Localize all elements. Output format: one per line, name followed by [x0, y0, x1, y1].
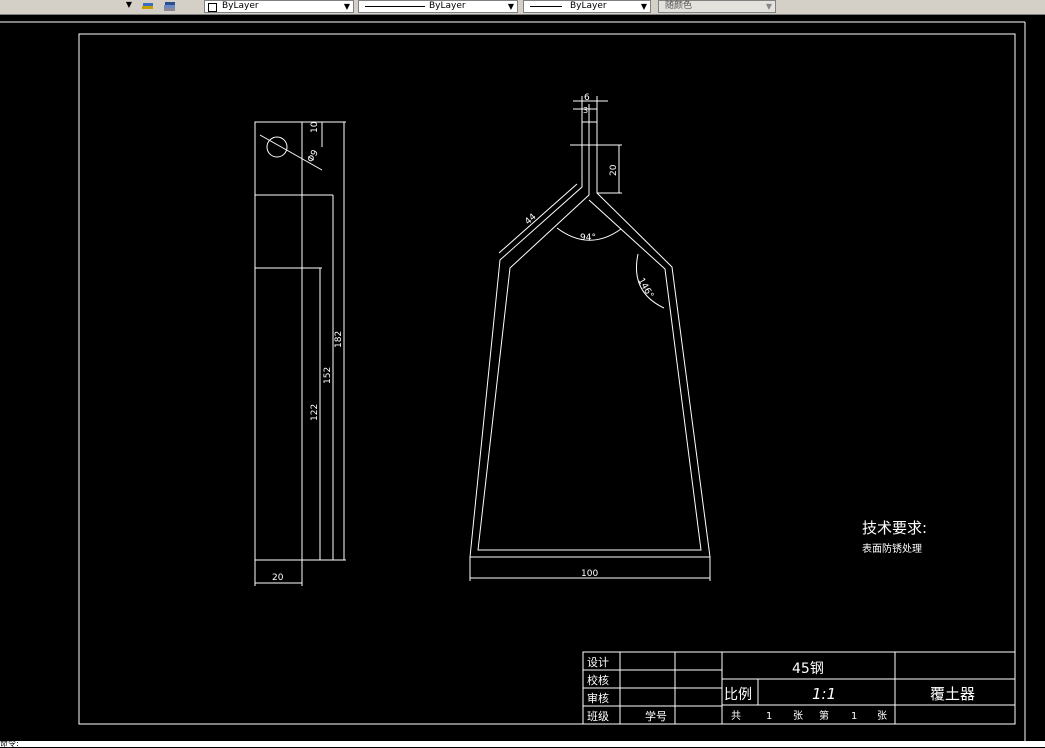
- chevron-down-icon[interactable]: ▼: [639, 1, 649, 12]
- dim-neck-height: 20: [609, 164, 619, 176]
- lineweight-control[interactable]: ByLayer ▼: [523, 0, 651, 13]
- properties-toolbar: ▼ ByLayer ▼ ByLayer ▼ ByLayer ▼ 随颜色 ▼: [0, 0, 1045, 15]
- tb-part-name: 覆土器: [930, 685, 975, 703]
- linetype-control[interactable]: ByLayer ▼: [358, 0, 518, 13]
- dim-base-width: 100: [581, 569, 598, 579]
- lineweight-sample: [530, 6, 562, 7]
- plotstyle-control[interactable]: 随颜色 ▼: [658, 0, 776, 13]
- tb-sheet-unit2: 张: [877, 710, 887, 722]
- chevron-down-icon[interactable]: ▼: [506, 1, 516, 12]
- chevron-down-icon[interactable]: ▼: [764, 1, 774, 12]
- dim-slot-width: 3: [583, 106, 588, 115]
- tb-design-label: 设计: [587, 656, 609, 669]
- tb-total-value: 1: [766, 711, 772, 722]
- tb-student-no-label: 学号: [645, 709, 667, 723]
- color-value: ByLayer: [222, 1, 259, 11]
- dim-hole-offset: 10: [310, 121, 320, 133]
- dim-lower-height: 122: [310, 404, 320, 421]
- dim-angle-side: 146°: [635, 277, 655, 301]
- tech-req-text: 表面防锈处理: [862, 542, 922, 555]
- tb-material: 45钢: [792, 661, 824, 677]
- drawing-canvas[interactable]: 10 Φ9 182 152 122 20 6 3 20 44 94° 146° …: [0, 14, 1045, 742]
- color-swatch-icon: [208, 3, 217, 12]
- plotstyle-value: 随颜色: [665, 1, 693, 11]
- layer-dropdown-arrow[interactable]: ▼: [124, 0, 134, 11]
- color-control[interactable]: ByLayer ▼: [204, 0, 354, 13]
- layer-states-icon[interactable]: [163, 0, 177, 12]
- tb-sheet-value: 1: [851, 711, 857, 722]
- left-view: [254, 121, 346, 586]
- linetype-value: ByLayer: [429, 1, 466, 11]
- tech-req-title: 技术要求:: [862, 519, 927, 537]
- drawing-frame: [78, 33, 1016, 725]
- tb-review-label: 审核: [587, 691, 609, 705]
- lineweight-value: ByLayer: [570, 1, 607, 11]
- tb-class-label: 班级: [587, 710, 609, 723]
- dim-mid-height: 152: [323, 367, 333, 384]
- tb-scale-label: 比例: [724, 687, 752, 703]
- dim-width: 20: [272, 573, 284, 583]
- tb-sheet-label: 第: [819, 709, 829, 722]
- tb-total-label: 共: [731, 710, 741, 722]
- tb-sheet-unit1: 张: [793, 710, 803, 722]
- dim-total-height: 182: [334, 331, 344, 348]
- dim-arm-length: 44: [523, 212, 538, 227]
- dim-angle-top: 94°: [580, 233, 596, 243]
- chevron-down-icon[interactable]: ▼: [342, 1, 352, 12]
- command-line[interactable]: 命令:: [0, 740, 1045, 748]
- linetype-sample: [365, 6, 425, 7]
- dim-top-width: 6: [584, 93, 590, 103]
- tb-check-label: 校核: [587, 673, 609, 687]
- layer-previous-icon[interactable]: [141, 0, 155, 12]
- front-view: [469, 96, 711, 581]
- tb-scale-value: 1:1: [812, 685, 836, 703]
